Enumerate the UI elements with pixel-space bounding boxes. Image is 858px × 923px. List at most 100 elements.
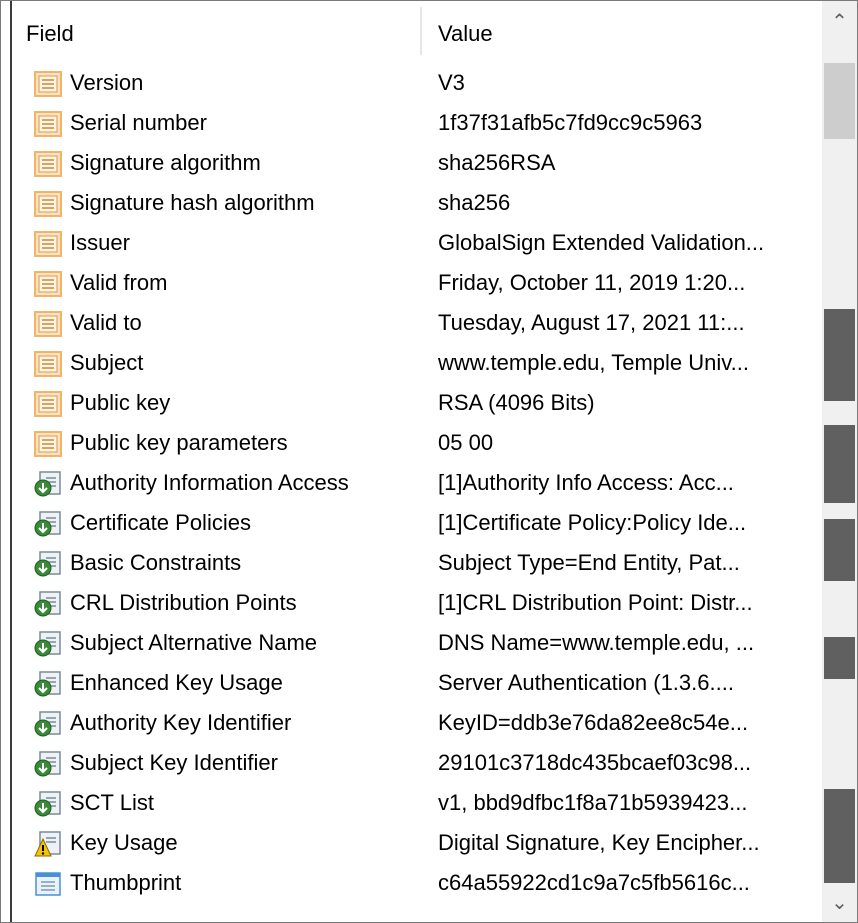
field-name: Subject Key Identifier bbox=[70, 750, 278, 775]
extension-icon bbox=[34, 550, 62, 577]
list-item[interactable]: Enhanced Key Usage Server Authentication … bbox=[12, 663, 820, 703]
thumbprint-icon bbox=[34, 870, 62, 896]
list-item[interactable]: Basic Constraints Subject Type=End Entity… bbox=[12, 543, 820, 583]
list-item[interactable]: Public key RSA (4096 Bits) bbox=[12, 383, 820, 423]
field-value: [1]Authority Info Access: Acc... bbox=[438, 470, 734, 495]
field-value: [1]Certificate Policy:Policy Ide... bbox=[438, 510, 747, 535]
field-name: Version bbox=[70, 70, 144, 95]
extension-icon bbox=[34, 710, 62, 737]
list-item[interactable]: Authority Key Identifier KeyID=ddb3e76da8… bbox=[12, 703, 820, 743]
field-name: Signature hash algorithm bbox=[70, 190, 315, 215]
field-name: Subject Alternative Name bbox=[70, 630, 318, 655]
extension-icon bbox=[34, 630, 62, 657]
field-name: Valid to bbox=[70, 310, 142, 335]
list-item[interactable]: SCT List v1, bbd9dfbc1f8a71b5939423... bbox=[12, 783, 820, 823]
left-border bbox=[1, 1, 12, 922]
list-item[interactable]: Valid from Friday, October 11, 2019 1:20.… bbox=[12, 263, 820, 303]
certificate-field-icon bbox=[34, 350, 62, 377]
list-item[interactable]: Public key parameters 05 00 bbox=[12, 423, 820, 463]
field-value: KeyID=ddb3e76da82ee8c54e... bbox=[438, 710, 749, 735]
field-name: Key Usage bbox=[70, 830, 178, 855]
list-item[interactable]: Signature algorithm sha256RSA bbox=[12, 143, 820, 183]
certificate-field-icon bbox=[34, 70, 62, 97]
certificate-details-list: Field Value Version V3 Serial number 1f37f3… bbox=[0, 0, 858, 923]
list-item[interactable]: Authority Information Access [1]Authority… bbox=[12, 463, 820, 503]
field-value: sha256 bbox=[438, 190, 511, 215]
list-rows: Version V3 Serial number 1f37f31afb5c7fd9cc… bbox=[12, 63, 820, 903]
certificate-field-icon bbox=[34, 390, 62, 417]
vertical-scrollbar[interactable]: ⌃ ⌄ bbox=[822, 1, 857, 922]
certificate-field-icon bbox=[34, 110, 62, 137]
certificate-field-icon bbox=[34, 150, 62, 177]
list-item[interactable]: Serial number 1f37f31afb5c7fd9cc9c5963 bbox=[12, 103, 820, 143]
field-name: Certificate Policies bbox=[70, 510, 251, 535]
critical-extension-warning-icon bbox=[34, 830, 62, 857]
list-item[interactable]: Issuer GlobalSign Extended Validation... bbox=[12, 223, 820, 263]
scroll-marker bbox=[824, 425, 855, 503]
column-separator[interactable] bbox=[420, 7, 422, 55]
list-item[interactable]: CRL Distribution Points [1]CRL Distributi… bbox=[12, 583, 820, 623]
field-value: 1f37f31afb5c7fd9cc9c5963 bbox=[438, 110, 703, 135]
list-item[interactable]: Signature hash algorithm sha256 bbox=[12, 183, 820, 223]
list-item[interactable]: Subject Key Identifier 29101c3718dc435bca… bbox=[12, 743, 820, 783]
field-value: Subject Type=End Entity, Pat... bbox=[438, 550, 740, 575]
certificate-field-icon bbox=[34, 430, 62, 457]
list-item[interactable]: Certificate Policies [1]Certificate Polic… bbox=[12, 503, 820, 543]
list-header: Field Value bbox=[12, 1, 820, 63]
field-name: Enhanced Key Usage bbox=[70, 670, 283, 695]
field-name: Subject bbox=[70, 350, 144, 375]
certificate-field-icon bbox=[34, 190, 62, 217]
extension-icon bbox=[34, 470, 62, 497]
field-value: sha256RSA bbox=[438, 150, 556, 175]
list-item[interactable]: Key Usage Digital Signature, Key Encipher… bbox=[12, 823, 820, 863]
list-item[interactable]: Valid to Tuesday, August 17, 2021 11:... bbox=[12, 303, 820, 343]
scrollbar-thumb[interactable] bbox=[824, 63, 855, 139]
certificate-field-icon bbox=[34, 230, 62, 257]
chevron-down-icon[interactable]: ⌄ bbox=[822, 882, 857, 922]
scroll-marker bbox=[824, 789, 855, 883]
field-value: 05 00 bbox=[438, 430, 494, 455]
field-name: Signature algorithm bbox=[70, 150, 261, 175]
field-value: www.temple.edu, Temple Univ... bbox=[438, 350, 749, 375]
field-name: Basic Constraints bbox=[70, 550, 242, 575]
scroll-marker bbox=[824, 637, 855, 679]
field-name: Thumbprint bbox=[70, 870, 182, 895]
column-header-value[interactable]: Value bbox=[424, 1, 820, 63]
field-value: Friday, October 11, 2019 1:20... bbox=[438, 270, 746, 295]
field-value: Tuesday, August 17, 2021 11:... bbox=[438, 310, 745, 335]
field-name: Public key bbox=[70, 390, 171, 415]
chevron-up-icon[interactable]: ⌃ bbox=[822, 1, 857, 41]
field-name: Authority Key Identifier bbox=[70, 710, 292, 735]
field-name: Valid from bbox=[70, 270, 168, 295]
certificate-field-icon bbox=[34, 310, 62, 337]
extension-icon bbox=[34, 510, 62, 537]
field-value: 29101c3718dc435bcaef03c98... bbox=[438, 750, 752, 775]
list-item[interactable]: Subject www.temple.edu, Temple Univ... bbox=[12, 343, 820, 383]
scroll-marker bbox=[824, 519, 855, 581]
extension-icon bbox=[34, 750, 62, 777]
field-value: Server Authentication (1.3.6.... bbox=[438, 670, 734, 695]
field-name: Issuer bbox=[70, 230, 130, 255]
field-name: Serial number bbox=[70, 110, 207, 135]
field-name: CRL Distribution Points bbox=[70, 590, 297, 615]
field-value: DNS Name=www.temple.edu, ... bbox=[438, 630, 755, 655]
list-item[interactable]: Thumbprint c64a55922cd1c9a7c5fb5616c... bbox=[12, 863, 820, 903]
field-value: v1, bbd9dfbc1f8a71b5939423... bbox=[438, 790, 748, 815]
field-name: Authority Information Access bbox=[70, 470, 349, 495]
field-value: RSA (4096 Bits) bbox=[438, 390, 595, 415]
field-value: GlobalSign Extended Validation... bbox=[438, 230, 765, 255]
extension-icon bbox=[34, 670, 62, 697]
field-name: SCT List bbox=[70, 790, 154, 815]
extension-icon bbox=[34, 790, 62, 817]
field-value: Digital Signature, Key Encipher... bbox=[438, 830, 760, 855]
certificate-field-icon bbox=[34, 270, 62, 297]
list-item[interactable]: Version V3 bbox=[12, 63, 820, 103]
field-value: c64a55922cd1c9a7c5fb5616c... bbox=[438, 870, 750, 895]
field-value: [1]CRL Distribution Point: Distr... bbox=[438, 590, 753, 615]
field-value: V3 bbox=[438, 70, 465, 95]
field-name: Public key parameters bbox=[70, 430, 288, 455]
column-header-field[interactable]: Field bbox=[12, 1, 420, 63]
list-item[interactable]: Subject Alternative Name DNS Name=www.tem… bbox=[12, 623, 820, 663]
scroll-marker bbox=[824, 309, 855, 401]
extension-icon bbox=[34, 590, 62, 617]
